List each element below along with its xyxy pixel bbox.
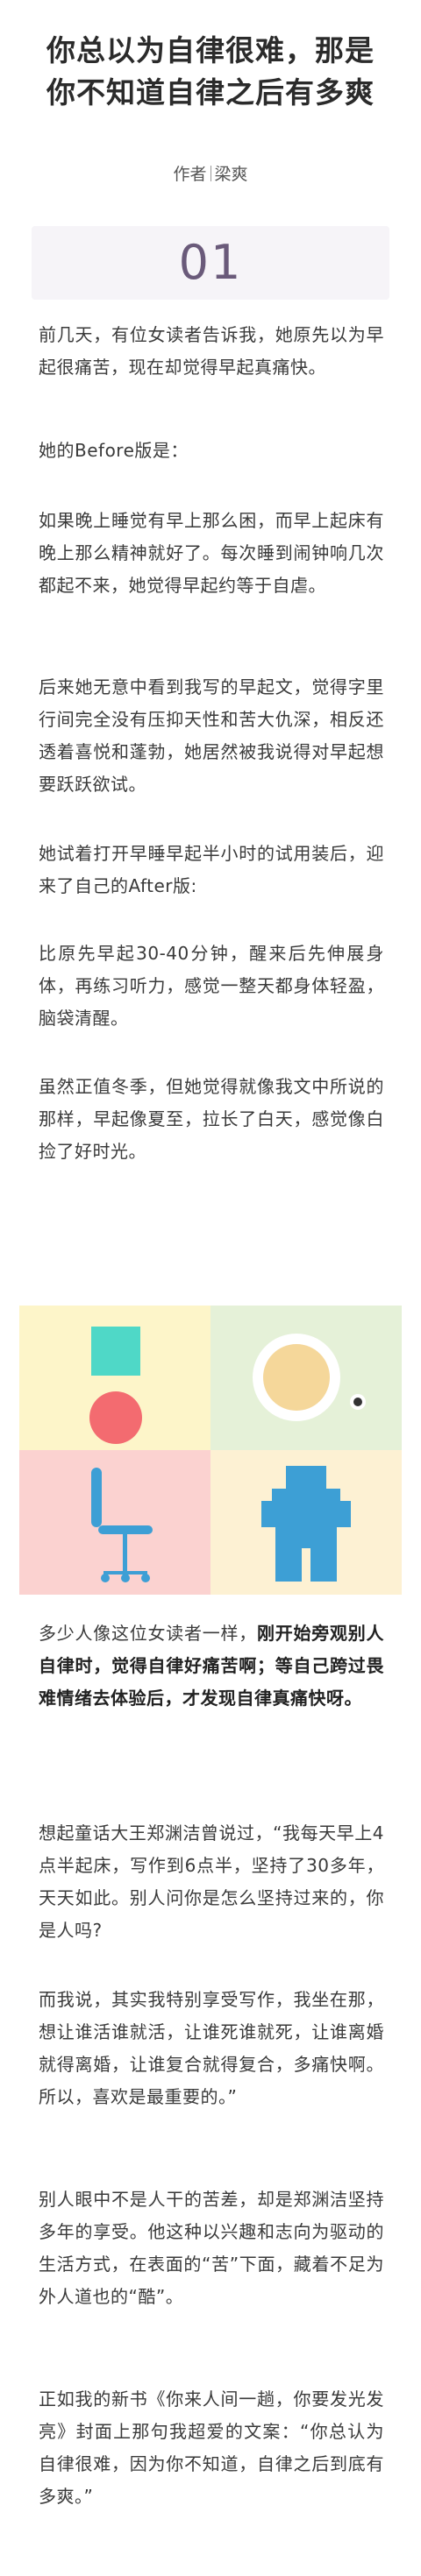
paragraph-2: 她的Before版是： bbox=[39, 440, 189, 461]
illustration-panel-shapes bbox=[19, 1306, 210, 1450]
paragraph-9: 想起童话大王郑渊洁曾说过，“我每天早上4点半起床，写作到6点半，坚持了30多年，… bbox=[39, 1822, 384, 1941]
paragraph-6: 比原先早起30-40分钟，醒来后先伸展身体，再练习听力，感觉一整天都身体轻盈，脑… bbox=[39, 943, 384, 1029]
illustration-panel-figure bbox=[210, 1450, 402, 1595]
red-circle-shape bbox=[89, 1391, 142, 1444]
paragraph-12: 正如我的新书《你来人间一趟，你要发光发亮》封面上那句我超爱的文案：“你总认为自律… bbox=[39, 2388, 384, 2507]
paragraph-11: 别人眼中不是人干的苦差，却是郑渊洁坚持多年的享受。他这种以兴趣和志向为驱动的生活… bbox=[39, 2189, 384, 2307]
byline: 作者 梁爽 bbox=[0, 161, 421, 185]
plate-icon bbox=[253, 1334, 366, 1421]
paragraph-7: 虽然正值冬季，但她觉得就像我文中所说的那样，早起像夏至，拉长了白天，感觉像白捡了… bbox=[39, 1076, 384, 1162]
article-page: 你总以为自律很难，那是 你不知道自律之后有多爽 作者 梁爽 01 前几天，有位女读… bbox=[0, 0, 421, 2576]
article-title-line-2: 你不知道自律之后有多爽 bbox=[46, 75, 375, 110]
illustration bbox=[19, 1306, 402, 1595]
byline-author: 梁爽 bbox=[214, 165, 248, 184]
article-title: 你总以为自律很难，那是 你不知道自律之后有多爽 bbox=[0, 30, 421, 114]
paragraph-10: 而我说，其实我特别享受写作，我坐在那，想让谁活谁就活，让谁死谁就死，让谁离婚就得… bbox=[39, 1989, 384, 2107]
illustration-panel-chair bbox=[19, 1450, 210, 1595]
byline-separator bbox=[210, 166, 211, 181]
paragraph-8: 多少人像这位女读者一样，刚开始旁观别人自律时，觉得自律好痛苦啊；等自己跨过畏难情… bbox=[39, 1617, 384, 1715]
paragraph-5: 她试着打开早睡早起半小时的试用装后，迎来了自己的After版: bbox=[39, 843, 384, 896]
teal-square-shape bbox=[91, 1327, 140, 1376]
article-title-line-1: 你总以为自律很难，那是 bbox=[46, 33, 375, 67]
illustration-panel-plate bbox=[210, 1306, 402, 1450]
paragraph-3: 如果晚上睡觉有早上那么困，而早上起床有晚上那么精神就好了。每次睡到闹钟响几次都起… bbox=[39, 510, 384, 596]
byline-label: 作者 bbox=[173, 165, 207, 184]
paragraph-4: 后来她无意中看到我写的早起文，觉得字里行间完全没有压抑天性和苦大仇深，相反还透着… bbox=[39, 676, 384, 795]
blue-figure-icon bbox=[261, 1466, 351, 1582]
office-chair-icon bbox=[91, 1468, 153, 1582]
chapter-number: 01 bbox=[32, 226, 389, 300]
paragraph-1: 前几天，有位女读者告诉我，她原先以为早起很痛苦，现在却觉得早起真痛快。 bbox=[39, 324, 384, 378]
paragraph-8-normal: 多少人像这位女读者一样， bbox=[39, 1623, 257, 1644]
